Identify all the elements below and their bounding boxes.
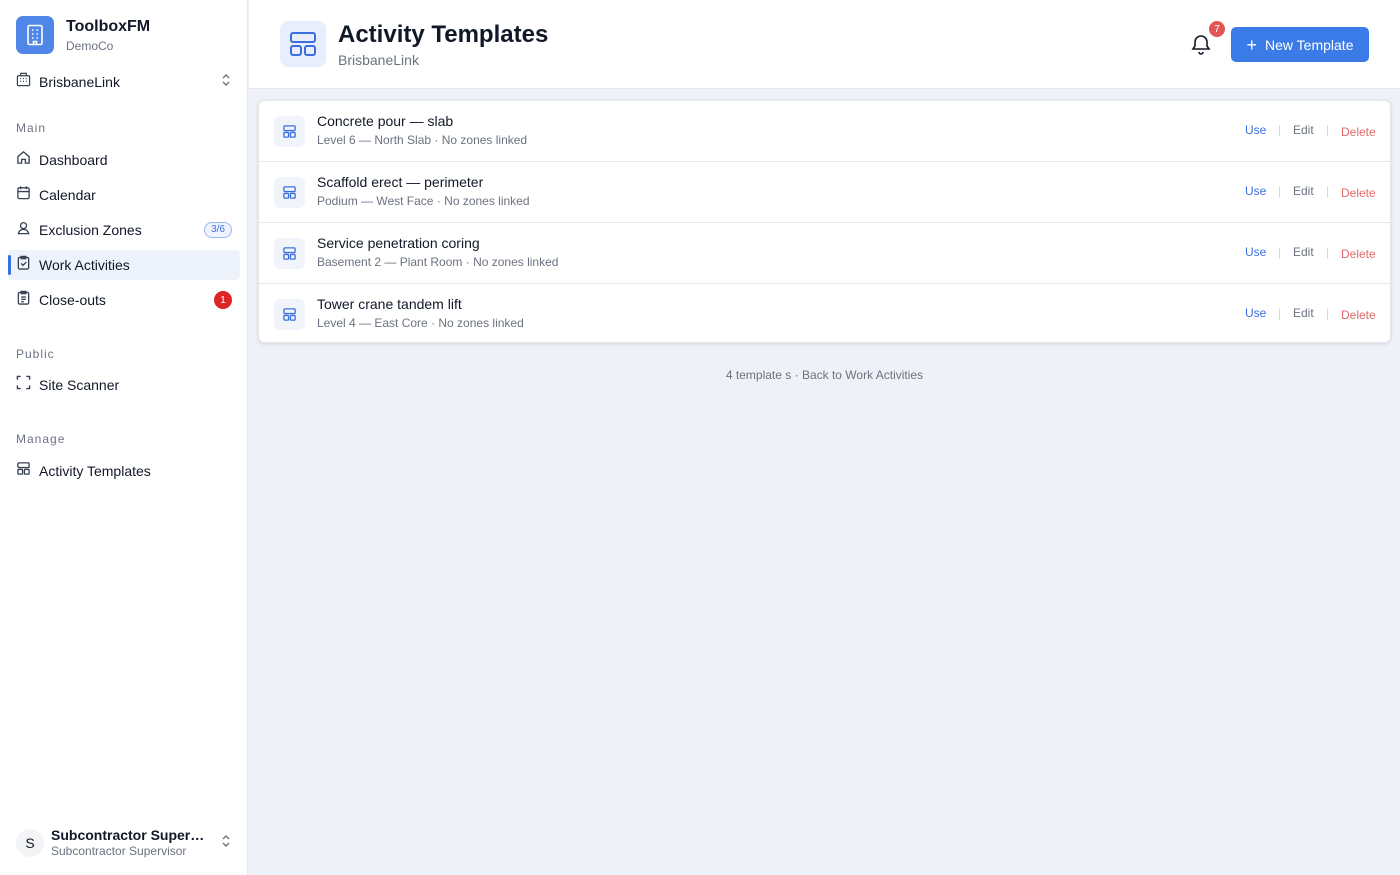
list-item: Service penetration coring Basement 2 — … — [259, 223, 1390, 284]
section-label-public: Public — [16, 347, 55, 361]
use-button[interactable]: Use — [1245, 306, 1266, 321]
edit-button[interactable]: Edit — [1293, 245, 1314, 260]
sidebar-item-label: Dashboard — [39, 152, 108, 168]
notification-badge: 7 — [1209, 21, 1225, 37]
template-list: Concrete pour — slab Level 6 — North Sla… — [258, 100, 1391, 343]
template-icon — [274, 299, 305, 330]
new-template-button[interactable]: + New Template — [1231, 27, 1369, 62]
edit-button[interactable]: Edit — [1293, 184, 1314, 199]
page-title: Activity Templates — [338, 21, 549, 48]
section-label-manage: Manage — [16, 432, 66, 446]
site-name: BrisbaneLink — [39, 74, 120, 90]
sidebar-item-dashboard[interactable]: Dashboard — [8, 145, 240, 175]
list-item: Concrete pour — slab Level 6 — North Sla… — [259, 101, 1390, 162]
template-icon — [16, 461, 31, 481]
user-name: Subcontractor Supervisor — [51, 827, 211, 843]
avatar: S — [16, 829, 44, 857]
separator: | — [1278, 306, 1282, 320]
delete-button[interactable]: Delete — [1341, 308, 1376, 323]
list-item: Tower crane tandem lift Level 4 — East C… — [259, 284, 1390, 345]
separator: | — [1326, 184, 1330, 198]
sidebar-item-work-activities[interactable]: Work Activities — [8, 250, 240, 280]
template-title: Tower crane tandem lift — [317, 296, 462, 312]
chevron-up-down-icon — [220, 834, 232, 853]
new-template-label: New Template — [1265, 36, 1354, 53]
template-title: Concrete pour — slab — [317, 113, 454, 129]
delete-button[interactable]: Delete — [1341, 125, 1376, 140]
template-icon — [274, 116, 305, 147]
chevron-up-down-icon — [220, 73, 232, 92]
back-to-work-activities-link[interactable]: Back to Work Activities — [802, 368, 923, 382]
clipboard-check-icon — [16, 255, 31, 275]
edit-button[interactable]: Edit — [1293, 306, 1314, 321]
building-logo-icon — [16, 16, 54, 54]
home-icon — [16, 150, 31, 170]
delete-button[interactable]: Delete — [1341, 186, 1376, 201]
template-meta: Podium — West Face · No zones linked — [317, 194, 530, 208]
user-role: Subcontractor Supervisor — [51, 844, 187, 858]
template-count-footer: 4 template s · Back to Work Activities — [258, 368, 1391, 382]
sidebar-item-site-scanner[interactable]: Site Scanner — [8, 370, 240, 400]
building-icon — [16, 72, 31, 92]
clipboard-list-icon — [16, 290, 31, 310]
sidebar-item-label: Site Scanner — [39, 377, 120, 393]
separator: | — [1278, 184, 1282, 198]
section-label-main: Main — [16, 121, 47, 135]
page-subtitle: BrisbaneLink — [338, 52, 419, 68]
sidebar-item-calendar[interactable]: Calendar — [8, 180, 240, 210]
use-button[interactable]: Use — [1245, 184, 1266, 199]
sidebar-item-close-outs[interactable]: Close-outs 1 — [8, 285, 240, 315]
plus-icon: + — [1246, 34, 1258, 55]
sidebar-item-label: Work Activities — [39, 257, 130, 273]
brand[interactable]: ToolboxFM DemoCo — [16, 16, 150, 54]
use-button[interactable]: Use — [1245, 245, 1266, 260]
template-count: 4 template s — [725, 368, 792, 382]
edit-button[interactable]: Edit — [1293, 123, 1314, 138]
page-header: Activity Templates BrisbaneLink 7 + New … — [249, 0, 1400, 89]
zone-count-pill: 3/6 — [204, 222, 232, 238]
sidebar-item-label: Calendar — [39, 187, 96, 203]
template-icon — [274, 238, 305, 269]
sidebar-item-label: Exclusion Zones — [39, 222, 142, 238]
sidebar-item-exclusion-zones[interactable]: Exclusion Zones 3/6 — [8, 215, 240, 245]
use-button[interactable]: Use — [1245, 123, 1266, 138]
calendar-icon — [16, 185, 31, 205]
brand-name: ToolboxFM — [66, 17, 151, 35]
separator-dot: · — [791, 368, 802, 382]
template-title: Service penetration coring — [317, 235, 480, 251]
template-meta: Basement 2 — Plant Room · No zones linke… — [317, 255, 559, 269]
template-title: Scaffold erect — perimeter — [317, 174, 484, 190]
sidebar-item-activity-templates[interactable]: Activity Templates — [8, 456, 240, 486]
bell-icon[interactable] — [1189, 32, 1213, 56]
sidebar-item-label: Close-outs — [39, 292, 106, 308]
scan-icon — [16, 375, 31, 395]
user-menu[interactable]: S Subcontractor Supervisor Subcontractor… — [16, 826, 232, 860]
sidebar-item-label: Activity Templates — [39, 463, 151, 479]
separator: | — [1278, 123, 1282, 137]
separator: | — [1326, 306, 1330, 320]
site-switcher[interactable]: BrisbaneLink — [16, 72, 232, 92]
template-meta: Level 6 — North Slab · No zones linked — [317, 133, 528, 147]
template-meta: Level 4 — East Core · No zones linked — [317, 316, 524, 330]
template-icon — [274, 177, 305, 208]
separator: | — [1278, 245, 1282, 259]
template-icon — [280, 21, 326, 67]
separator: | — [1326, 123, 1330, 137]
list-item: Scaffold erect — perimeter Podium — West… — [259, 162, 1390, 223]
user-zone-icon — [16, 220, 31, 240]
sidebar: ToolboxFM DemoCo BrisbaneLink Main Dashb… — [0, 0, 248, 875]
brand-org: DemoCo — [66, 38, 114, 53]
delete-button[interactable]: Delete — [1341, 247, 1376, 262]
separator: | — [1326, 245, 1330, 259]
closeouts-count-badge: 1 — [214, 291, 232, 309]
